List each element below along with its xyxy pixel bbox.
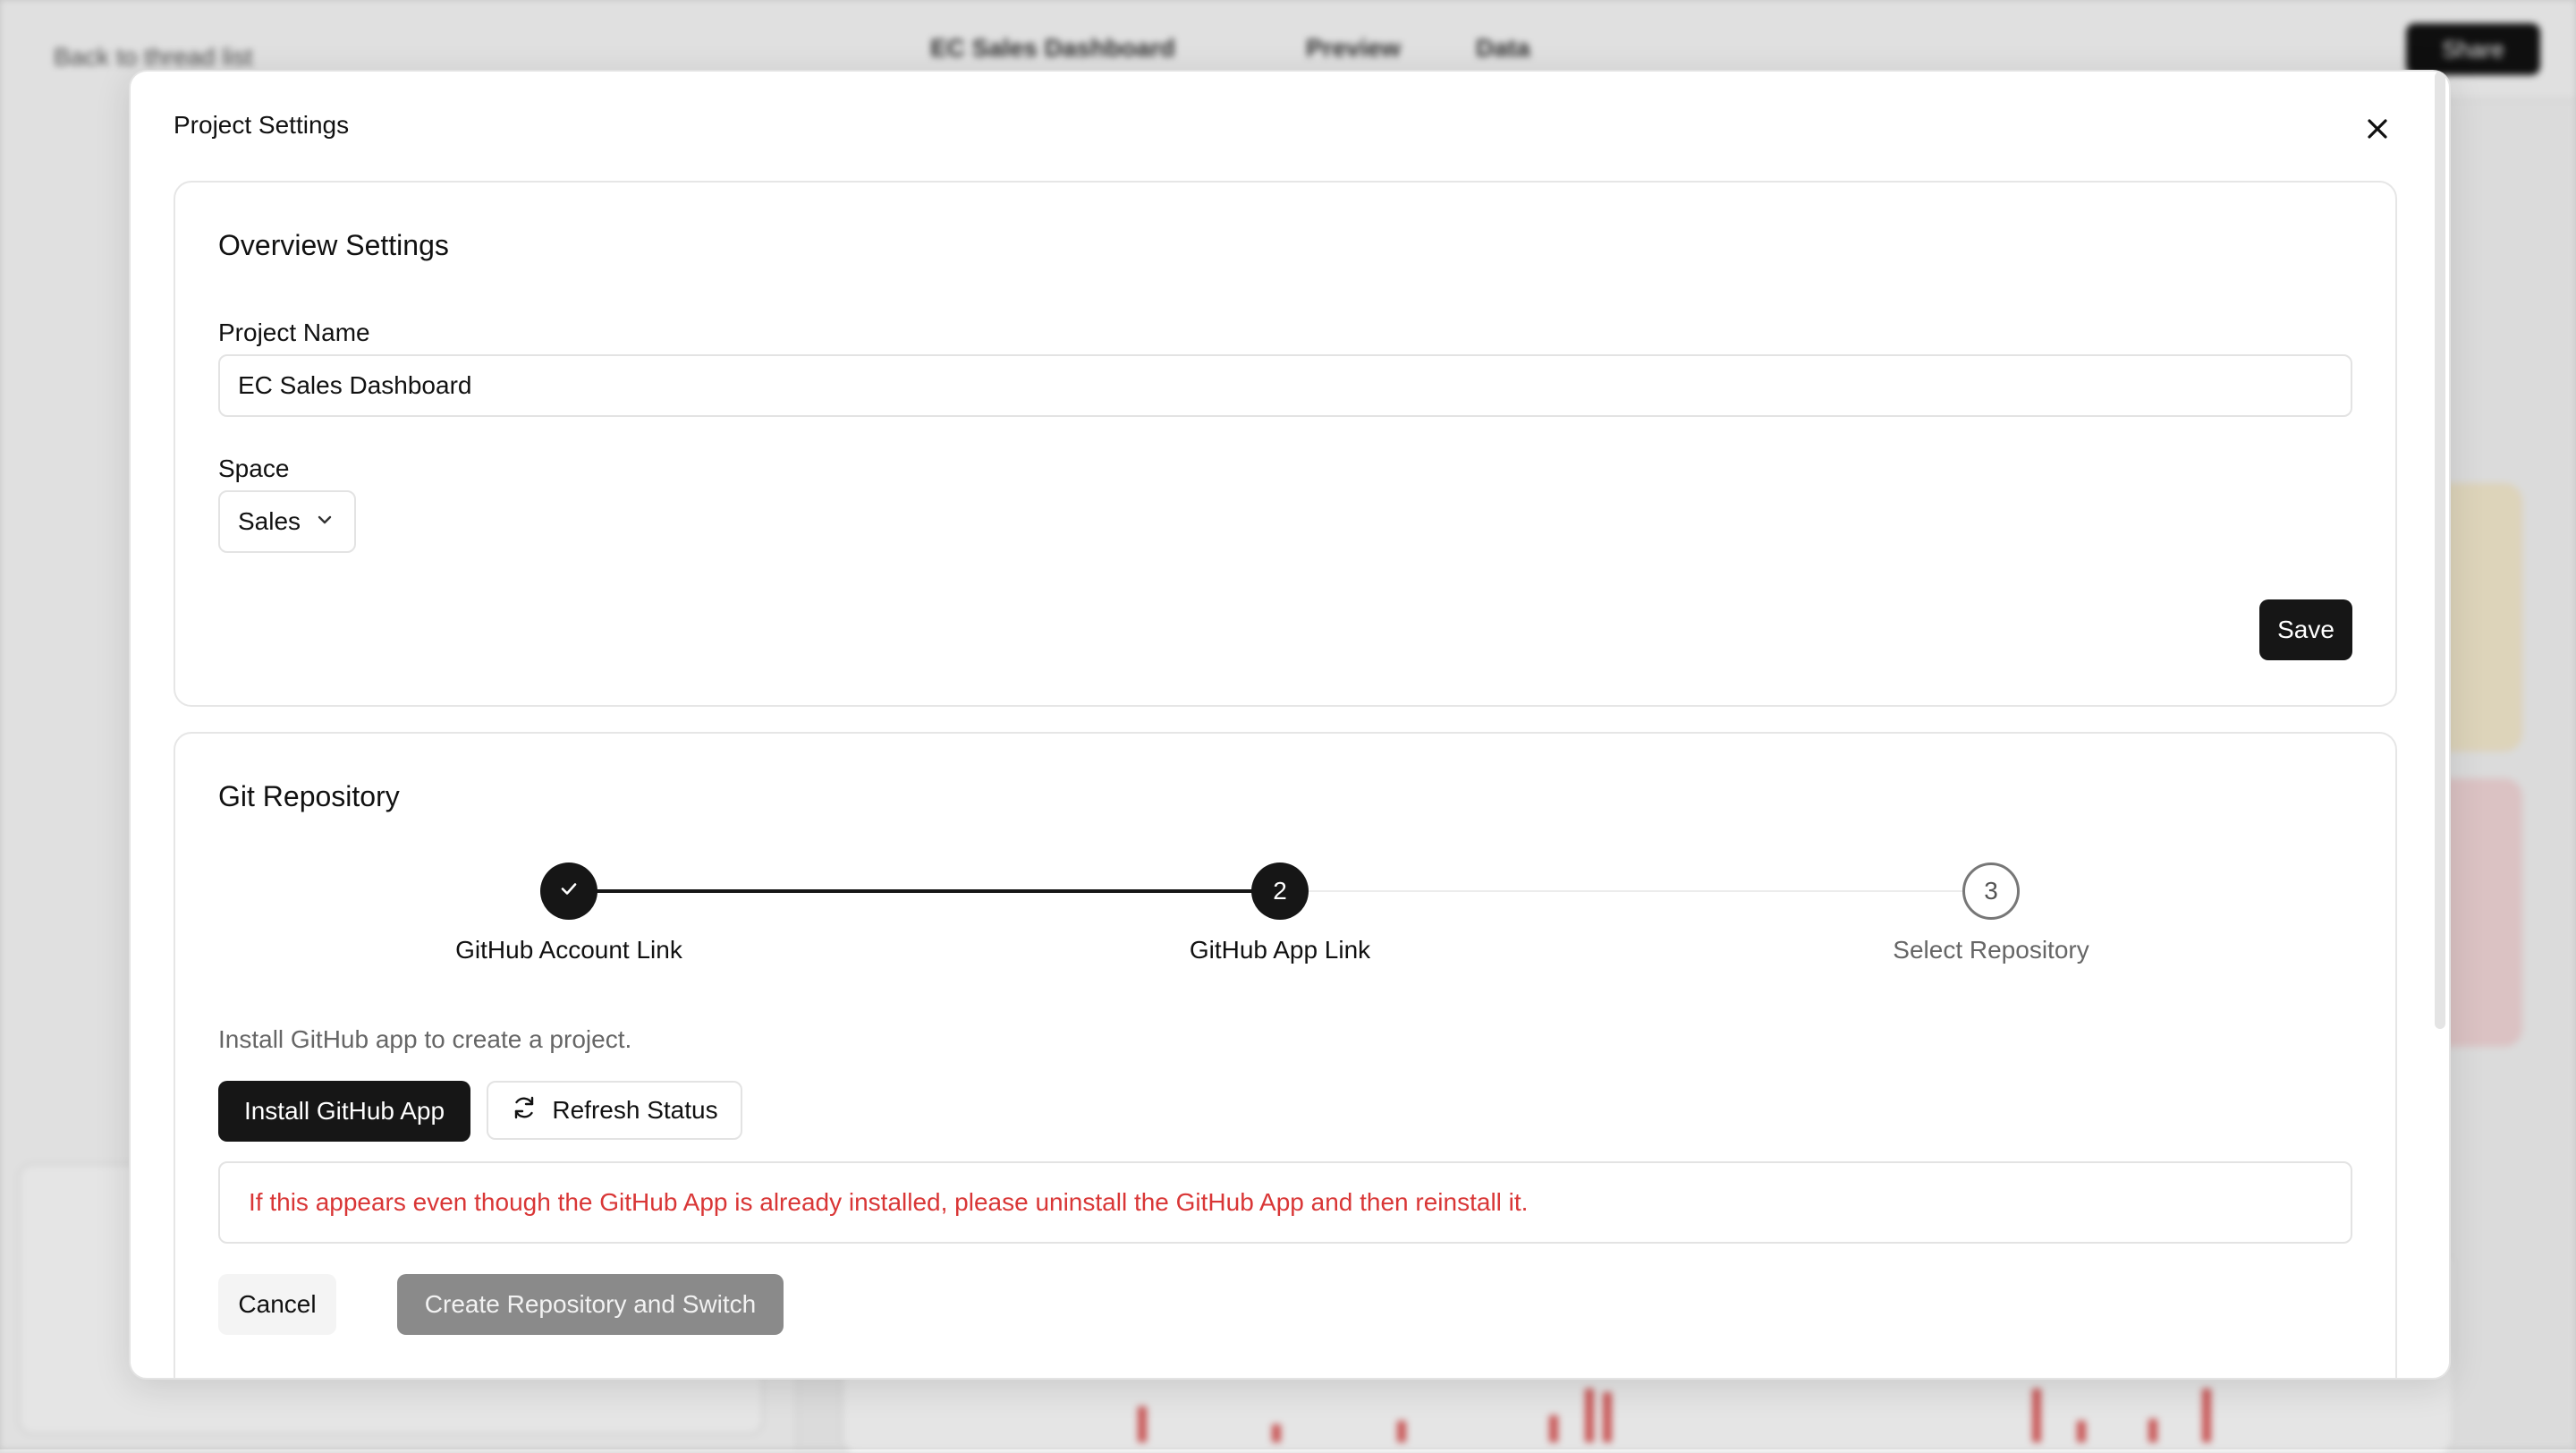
refresh-icon — [511, 1094, 538, 1127]
install-github-app-button[interactable]: Install GitHub App — [218, 1081, 470, 1142]
space-select-value: Sales — [238, 507, 301, 535]
step-1-circle — [540, 862, 597, 920]
stepper-line-complete — [583, 889, 1268, 893]
space-label: Space — [218, 455, 290, 482]
reinstall-warning-alert: If this appears even though the GitHub A… — [218, 1161, 2352, 1244]
step-3-circle: 3 — [1962, 862, 2020, 920]
modal-scrollbar[interactable] — [2431, 72, 2449, 1378]
close-button[interactable] — [2360, 113, 2395, 149]
step-2-circle: 2 — [1251, 862, 1309, 920]
refresh-status-button[interactable]: Refresh Status — [487, 1081, 742, 1140]
overview-settings-section: Overview Settings Project Name Space Sal… — [174, 181, 2397, 707]
refresh-status-label: Refresh Status — [552, 1096, 718, 1124]
close-icon — [2365, 116, 2390, 146]
project-name-input[interactable] — [218, 354, 2352, 417]
step-2-label: GitHub App Link — [1189, 936, 1371, 964]
stepper-line-pending — [1299, 890, 1984, 892]
scrollbar-thumb[interactable] — [2435, 72, 2445, 1029]
chevron-down-icon — [315, 507, 335, 536]
install-hint: Install GitHub app to create a project. — [218, 1025, 632, 1053]
step-1-label: GitHub Account Link — [455, 936, 682, 964]
cancel-button[interactable]: Cancel — [218, 1274, 336, 1335]
reinstall-warning-text: If this appears even though the GitHub A… — [249, 1188, 1529, 1216]
save-button[interactable]: Save — [2259, 599, 2352, 660]
modal-title: Project Settings — [174, 111, 350, 139]
overview-settings-title: Overview Settings — [218, 229, 449, 261]
project-name-label: Project Name — [218, 319, 370, 346]
step-3-label: Select Repository — [1893, 936, 2089, 964]
check-icon — [557, 877, 580, 906]
project-settings-modal: Project Settings Overview Settings Proje… — [129, 70, 2451, 1380]
create-repository-button[interactable]: Create Repository and Switch — [397, 1274, 784, 1335]
space-select[interactable]: Sales — [218, 490, 356, 553]
git-repository-section: Git Repository GitHub Account Link 2 Git… — [174, 732, 2397, 1378]
git-repository-title: Git Repository — [218, 780, 400, 812]
